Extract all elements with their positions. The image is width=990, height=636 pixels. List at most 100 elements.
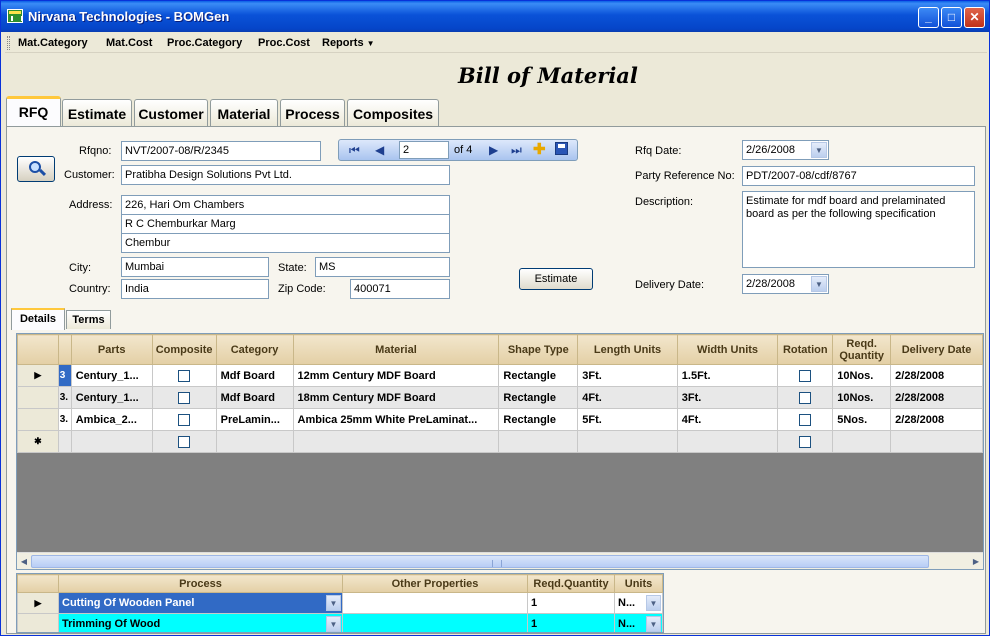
cell-other-properties[interactable]: [342, 592, 528, 614]
new-cell-delivery[interactable]: [890, 430, 983, 453]
menu-mat-cost[interactable]: Mat.Cost: [106, 37, 152, 49]
col-reqd-quantity[interactable]: Reqd. Quantity: [832, 334, 892, 365]
col-process[interactable]: Process: [58, 574, 343, 593]
cell-qty[interactable]: 10Nos.: [832, 386, 892, 409]
table-row[interactable]: 3. Century_1... Mdf Board 18mm Century M…: [17, 386, 983, 409]
country-field[interactable]: India: [121, 279, 269, 299]
next-record-icon[interactable]: ▶: [489, 143, 498, 157]
menu-proc-cost[interactable]: Proc.Cost: [258, 37, 310, 49]
tab-customer[interactable]: Customer: [134, 99, 208, 126]
cell-process-qty[interactable]: 1: [527, 613, 615, 632]
composite-checkbox[interactable]: [178, 435, 191, 448]
col-parts[interactable]: Parts: [70, 334, 153, 365]
new-cell-shape[interactable]: [498, 430, 579, 453]
cell-composite[interactable]: [151, 364, 217, 387]
cell-shape[interactable]: Rectangle: [498, 386, 579, 409]
rotation-checkbox[interactable]: [799, 435, 812, 448]
cell-process-qty[interactable]: 1: [527, 592, 615, 614]
cell-category[interactable]: PreLamin...: [215, 408, 294, 431]
cell-width[interactable]: 1.5Ft.: [676, 364, 779, 387]
chevron-down-icon[interactable]: ▼: [646, 616, 661, 632]
cell-material[interactable]: 12mm Century MDF Board: [292, 364, 500, 387]
prev-record-icon[interactable]: ◀: [375, 143, 384, 157]
new-cell-composite[interactable]: [151, 430, 217, 453]
composite-checkbox[interactable]: [178, 413, 191, 426]
col-material[interactable]: Material: [292, 334, 500, 365]
minimize-button[interactable]: _: [918, 7, 939, 28]
cell-other-properties[interactable]: [342, 613, 528, 632]
address-line-3[interactable]: Chembur: [121, 233, 450, 253]
cell-delivery[interactable]: 2/28/2008: [890, 386, 983, 409]
cell-delivery[interactable]: 2/28/2008: [890, 408, 983, 431]
new-cell-length[interactable]: [577, 430, 678, 453]
cell-shape[interactable]: Rectangle: [498, 364, 579, 387]
col-width-units[interactable]: Width Units: [676, 334, 779, 365]
col-delivery-date[interactable]: Delivery Date: [890, 334, 983, 365]
table-row[interactable]: 3. Ambica_2... PreLamin... Ambica 25mm W…: [17, 408, 983, 431]
search-button[interactable]: [17, 156, 55, 182]
tab-material[interactable]: Material: [210, 99, 278, 126]
new-cell-width[interactable]: [676, 430, 779, 453]
description-field[interactable]: Estimate for mdf board and prelaminated …: [742, 191, 975, 268]
row-marker[interactable]: [17, 408, 59, 431]
col-category[interactable]: Category: [215, 334, 294, 365]
cell-length[interactable]: 4Ft.: [577, 386, 678, 409]
tab-details[interactable]: Details: [11, 308, 65, 330]
first-record-icon[interactable]: ⏮: [349, 143, 360, 158]
chevron-down-icon[interactable]: ▼: [811, 276, 827, 292]
new-row[interactable]: ✱: [17, 430, 983, 453]
col-shape-type[interactable]: Shape Type: [498, 334, 579, 365]
chevron-down-icon[interactable]: ▼: [646, 595, 661, 611]
row-marker[interactable]: ▶: [17, 364, 59, 387]
cell-material[interactable]: 18mm Century MDF Board: [292, 386, 500, 409]
col-other-properties[interactable]: Other Properties: [342, 574, 528, 593]
close-button[interactable]: ✕: [964, 7, 985, 28]
cell-rotation[interactable]: [777, 364, 834, 387]
new-cell-parts[interactable]: [70, 430, 153, 453]
city-field[interactable]: Mumbai: [121, 257, 269, 277]
row-index[interactable]: 3.: [57, 408, 72, 431]
chevron-down-icon[interactable]: ▼: [326, 616, 341, 632]
row-index[interactable]: 3: [57, 364, 72, 387]
units-combo[interactable]: N... ▼: [614, 592, 663, 614]
record-position-input[interactable]: 2: [399, 141, 449, 159]
chevron-down-icon[interactable]: ▼: [811, 142, 827, 158]
row-marker[interactable]: ▶: [17, 592, 59, 614]
row-marker[interactable]: [17, 386, 59, 409]
col-composite[interactable]: Composite: [151, 334, 217, 365]
cell-length[interactable]: 5Ft.: [577, 408, 678, 431]
state-field[interactable]: MS: [315, 257, 450, 277]
cell-material[interactable]: Ambica 25mm White PreLaminat...: [292, 408, 500, 431]
cell-category[interactable]: Mdf Board: [215, 364, 294, 387]
new-cell-qty[interactable]: [832, 430, 892, 453]
cell-parts[interactable]: Century_1...: [70, 386, 153, 409]
tab-process[interactable]: Process: [280, 99, 345, 126]
col-process-qty[interactable]: Reqd.Quantity: [527, 574, 615, 593]
menu-reports[interactable]: Reports ▼: [322, 37, 375, 49]
cell-composite[interactable]: [151, 408, 217, 431]
delivery-date-picker[interactable]: 2/28/2008 ▼: [742, 274, 829, 294]
tab-composites[interactable]: Composites: [347, 99, 439, 126]
cell-rotation[interactable]: [777, 408, 834, 431]
new-row-index[interactable]: [57, 430, 72, 453]
address-line-2[interactable]: R C Chemburkar Marg: [121, 214, 450, 234]
last-record-icon[interactable]: ⏭: [511, 143, 522, 158]
address-line-1[interactable]: 226, Hari Om Chambers: [121, 195, 450, 215]
menu-mat-category[interactable]: Mat.Category: [18, 37, 88, 49]
process-combo[interactable]: Trimming Of Wood ▼: [58, 613, 343, 632]
menu-proc-category[interactable]: Proc.Category: [167, 37, 242, 49]
new-cell-rotation[interactable]: [777, 430, 834, 453]
cell-parts[interactable]: Ambica_2...: [70, 408, 153, 431]
tab-terms[interactable]: Terms: [66, 310, 111, 329]
horizontal-scrollbar[interactable]: ◀ ▶: [17, 552, 983, 569]
cell-shape[interactable]: Rectangle: [498, 408, 579, 431]
cell-rotation[interactable]: [777, 386, 834, 409]
title-bar[interactable]: Nirvana Technologies - BOMGen _ □ ✕: [1, 1, 989, 32]
cell-qty[interactable]: 10Nos.: [832, 364, 892, 387]
cell-delivery[interactable]: 2/28/2008: [890, 364, 983, 387]
chevron-down-icon[interactable]: ▼: [326, 595, 341, 611]
row-marker[interactable]: [17, 613, 59, 632]
rfq-date-picker[interactable]: 2/26/2008 ▼: [742, 140, 829, 160]
composite-checkbox[interactable]: [178, 391, 191, 404]
cell-parts[interactable]: Century_1...: [70, 364, 153, 387]
